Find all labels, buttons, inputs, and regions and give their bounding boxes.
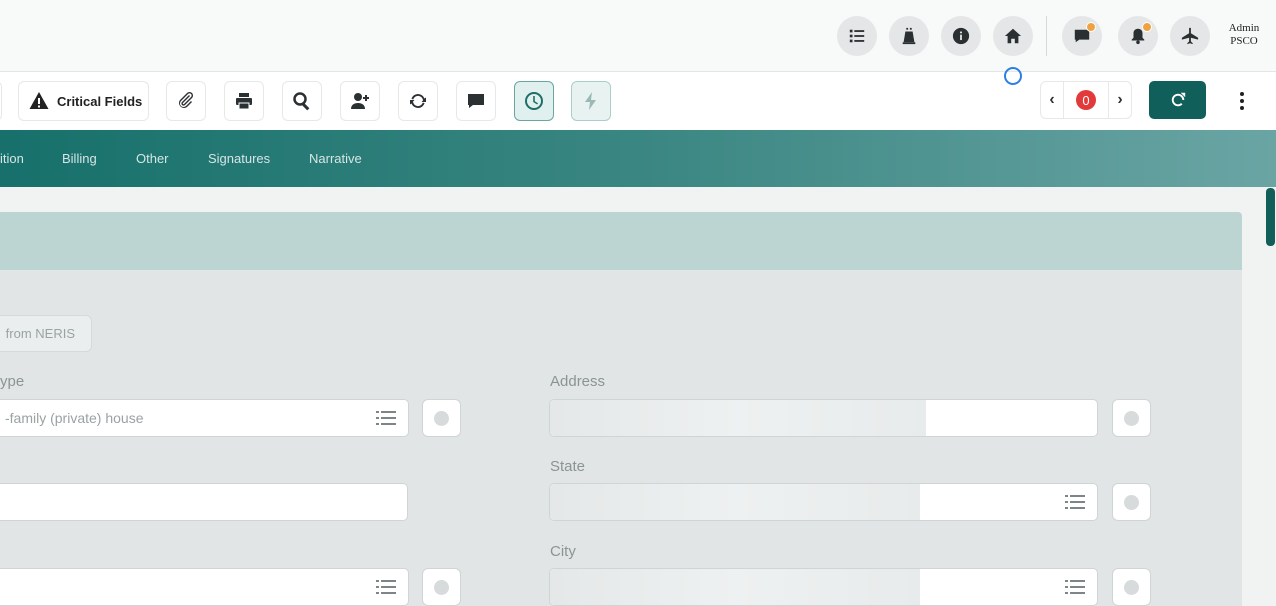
pager-count-badge: 0 <box>1076 90 1096 110</box>
notification-dot <box>1142 22 1152 32</box>
loading-spinner-icon <box>1004 67 1022 85</box>
critical-fields-label: Critical Fields <box>57 93 143 109</box>
user-name: Admin <box>1228 22 1260 34</box>
property-type-value: -family (private) house <box>5 410 144 426</box>
kebab-dot <box>1240 92 1244 96</box>
next-record-button[interactable]: › <box>1109 91 1131 109</box>
quick-action-button[interactable] <box>571 81 611 121</box>
scrollbar-track[interactable] <box>1264 187 1276 606</box>
kebab-dot <box>1240 99 1244 103</box>
record-pager: ‹ 0 › <box>1040 81 1132 119</box>
pager-count-wrap: 0 <box>1063 82 1109 118</box>
notification-dot <box>1086 22 1096 32</box>
field-label-state: State <box>550 458 586 475</box>
left-select-field-3[interactable] <box>0 568 409 606</box>
field-label-type: ype <box>0 373 25 390</box>
list-picker-icon[interactable] <box>376 579 396 595</box>
list-picker-icon[interactable] <box>1065 579 1085 595</box>
bell-icon[interactable] <box>1118 16 1158 56</box>
comment-button[interactable] <box>456 81 496 121</box>
home-icon[interactable] <box>993 16 1033 56</box>
form-card-header <box>0 212 1242 270</box>
toolbar-button-partial[interactable] <box>0 81 2 121</box>
city-select[interactable] <box>549 568 1098 606</box>
clock-icon <box>525 92 543 110</box>
list-picker-icon[interactable] <box>376 410 396 426</box>
warning-icon <box>29 92 49 109</box>
toggle-dot <box>1124 579 1139 595</box>
section-tabs: ition Billing Other Signatures Narrative <box>0 130 1276 187</box>
paperclip-icon <box>179 91 194 108</box>
list-picker-icon[interactable] <box>1065 494 1085 510</box>
redacted-value <box>550 400 926 436</box>
field-label-city: City <box>550 543 576 560</box>
scrollbar-thumb[interactable] <box>1266 188 1275 246</box>
top-bar: Admin PSCO <box>0 0 1276 72</box>
toggle-dot <box>434 410 449 426</box>
comment-icon <box>468 94 484 108</box>
divider <box>1046 16 1047 56</box>
address-field[interactable] <box>549 399 1098 437</box>
chat-icon[interactable] <box>1062 16 1102 56</box>
field-toggle-button[interactable] <box>1112 399 1151 437</box>
add-user-icon <box>351 93 369 109</box>
field-toggle-button[interactable] <box>422 568 461 606</box>
prev-record-button[interactable]: ‹ <box>1041 91 1063 109</box>
tab-billing[interactable]: Billing <box>62 151 97 166</box>
property-type-select[interactable]: -family (private) house <box>0 399 409 437</box>
sync-button[interactable] <box>398 81 438 121</box>
tab-signatures[interactable]: Signatures <box>208 151 270 166</box>
redacted-value <box>550 569 920 605</box>
import-from-neris-button[interactable]: from NERIS <box>0 315 92 352</box>
print-button[interactable] <box>224 81 264 121</box>
sync-icon <box>410 94 426 108</box>
info-icon[interactable] <box>941 16 981 56</box>
more-options-button[interactable] <box>1230 86 1254 116</box>
tab-other[interactable]: Other <box>136 151 169 166</box>
tab-narrative[interactable]: Narrative <box>309 151 362 166</box>
tab-partial[interactable]: ition <box>0 151 24 166</box>
refresh-icon <box>1171 92 1185 107</box>
toolbar: Critical Fields ‹ 0 › <box>0 72 1276 130</box>
field-toggle-button[interactable] <box>1112 568 1151 606</box>
redacted-value <box>550 484 920 520</box>
history-button[interactable] <box>514 81 554 121</box>
printer-icon <box>236 93 252 110</box>
user-org: PSCO <box>1230 35 1258 47</box>
field-toggle-button[interactable] <box>422 399 461 437</box>
state-select[interactable] <box>549 483 1098 521</box>
left-text-field-2[interactable] <box>0 483 408 521</box>
refresh-button[interactable] <box>1149 81 1206 119</box>
add-user-button[interactable] <box>340 81 380 121</box>
field-toggle-button[interactable] <box>1112 483 1151 521</box>
toggle-dot <box>1124 410 1139 426</box>
user-menu[interactable]: Admin PSCO <box>1220 22 1268 48</box>
lightning-icon <box>585 92 596 110</box>
plane-icon[interactable] <box>1170 16 1210 56</box>
critical-fields-button[interactable]: Critical Fields <box>18 81 149 121</box>
kebab-dot <box>1240 106 1244 110</box>
toggle-dot <box>434 579 449 595</box>
lighthouse-icon[interactable] <box>889 16 929 56</box>
list-icon[interactable] <box>837 16 877 56</box>
attach-button[interactable] <box>166 81 206 121</box>
search-button[interactable] <box>282 81 322 121</box>
field-label-address: Address <box>550 373 606 390</box>
toggle-dot <box>1124 494 1139 510</box>
search-icon <box>293 92 310 111</box>
